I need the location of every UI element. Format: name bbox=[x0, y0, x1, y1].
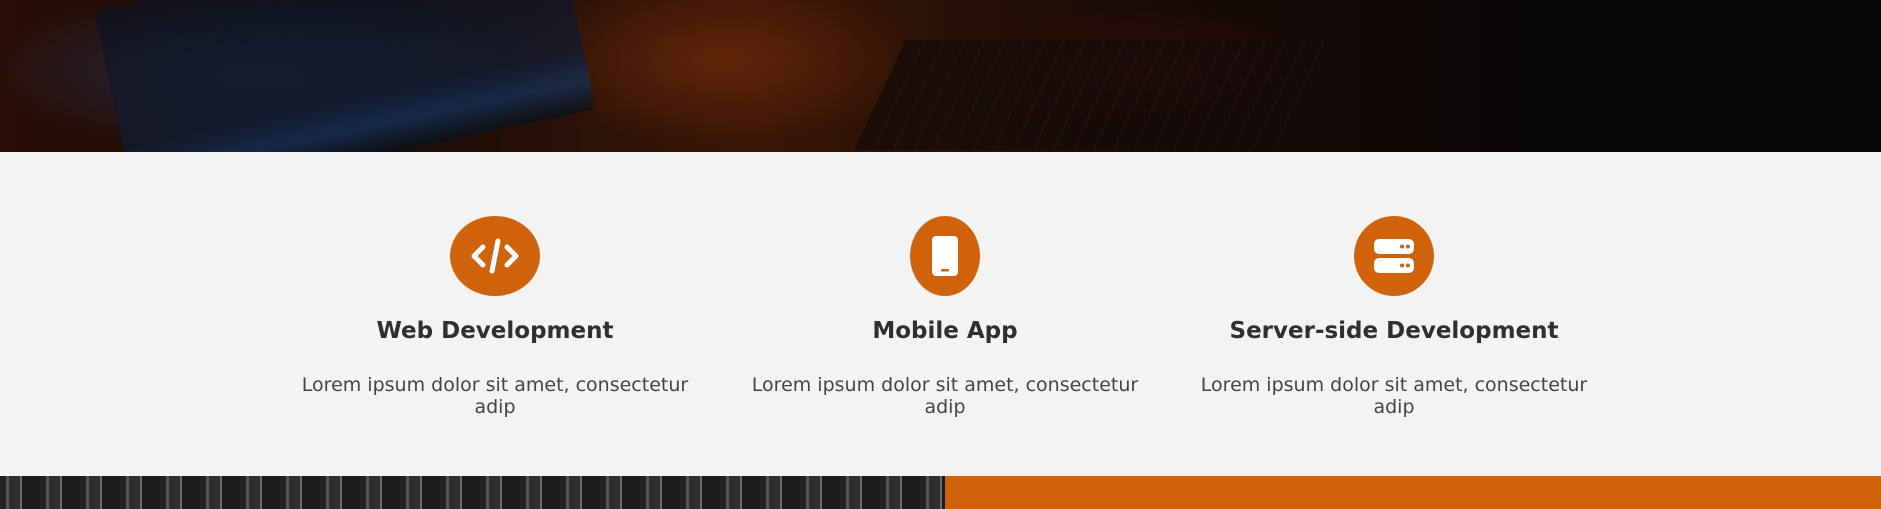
bottom-background-image bbox=[0, 476, 945, 509]
mobile-phone-icon bbox=[910, 216, 980, 296]
keyboard-image bbox=[854, 40, 1326, 150]
service-description: Lorem ipsum dolor sit amet, consectetur … bbox=[751, 374, 1139, 418]
service-title: Server-side Development bbox=[1229, 318, 1559, 344]
server-icon bbox=[1354, 216, 1434, 296]
service-description: Lorem ipsum dolor sit amet, consectetur … bbox=[1200, 374, 1588, 418]
hero-background-image bbox=[0, 0, 1881, 152]
monitor-image bbox=[94, 0, 596, 152]
service-description: Lorem ipsum dolor sit amet, consectetur … bbox=[301, 374, 689, 418]
service-title: Web Development bbox=[376, 318, 614, 344]
bottom-accent-panel bbox=[945, 476, 1881, 509]
code-icon bbox=[450, 216, 540, 296]
service-title: Mobile App bbox=[872, 318, 1018, 344]
services-section: Web Development Lorem ipsum dolor sit am… bbox=[0, 152, 1881, 476]
